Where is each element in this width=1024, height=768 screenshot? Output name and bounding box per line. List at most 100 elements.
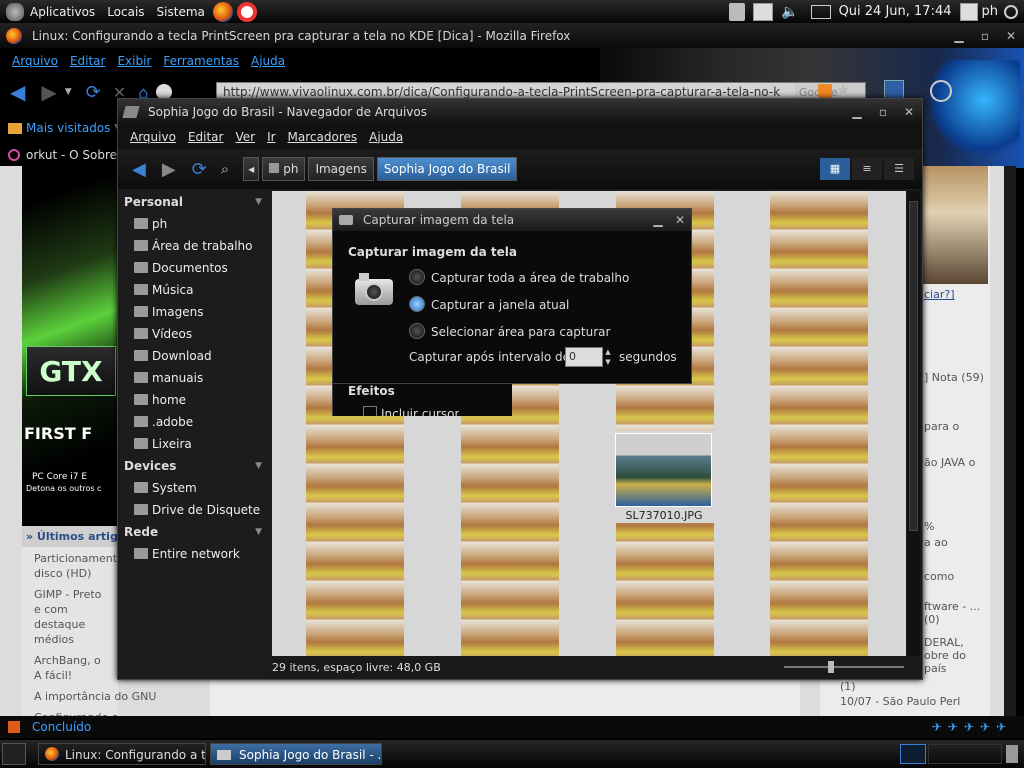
zoom-slider[interactable] (784, 661, 904, 673)
sidebar-item-lixeira[interactable]: Lixeira (120, 433, 270, 455)
downloads-clock-icon[interactable] (930, 80, 952, 102)
fm-menu-ajuda[interactable]: Ajuda (369, 130, 403, 144)
mail-icon[interactable] (810, 4, 831, 19)
fm-maximize-button[interactable]: ▫ (870, 105, 896, 119)
breadcrumb-ph[interactable]: ph (262, 157, 306, 181)
delay-spinner[interactable]: 0 (565, 347, 603, 367)
sidebar-item-documentos[interactable]: Documentos (120, 257, 270, 279)
right-link[interactable]: ciar?] (924, 288, 955, 301)
clock[interactable]: Qui 24 Jun, 17:44 (839, 4, 952, 19)
menu-sistema[interactable]: Sistema (157, 5, 205, 19)
search-binoculars-icon[interactable]: ⌕ (221, 160, 229, 178)
radio-button[interactable] (409, 323, 425, 339)
show-desktop-button[interactable] (2, 743, 26, 765)
right-list-item[interactable]: ftware - ... (0) (924, 600, 986, 626)
trash-applet-icon[interactable] (1006, 745, 1018, 763)
article-link[interactable]: GIMP - Preto e com destaque médios (22, 583, 118, 649)
right-list-item[interactable]: para o (924, 420, 959, 433)
sidebar-item-musica[interactable]: Música (120, 279, 270, 301)
option-include-cursor[interactable]: Incluir cursor (363, 406, 459, 416)
sidebar-header-rede[interactable]: Rede ▼ (120, 521, 270, 543)
screenshot-tool-icon[interactable] (753, 2, 774, 21)
option-capture-desktop[interactable]: Capturar toda a área de trabalho (409, 269, 629, 285)
forward-arrow-icon[interactable]: ▶ (162, 159, 176, 180)
article-link[interactable]: Particionamento disco (HD) (22, 547, 124, 583)
sidebar-item-imagens[interactable]: Imagens (120, 301, 270, 323)
dialog-close-button[interactable]: ✕ (669, 213, 691, 227)
dropdown-arrow-icon[interactable]: ▼ (65, 87, 72, 97)
right-list-item[interactable]: ão JAVA o (924, 456, 984, 469)
option-select-area[interactable]: Selecionar área para capturar (409, 323, 610, 339)
list-view-button[interactable]: ≡ (852, 158, 882, 180)
fm-menu-ver[interactable]: Ver (235, 130, 255, 144)
rss-icon[interactable] (818, 84, 832, 98)
ff-menu-ajuda[interactable]: Ajuda (251, 54, 285, 68)
sidebar-header-personal[interactable]: Personal ▼ (120, 191, 270, 213)
ff-menu-exibir[interactable]: Exibir (117, 54, 151, 68)
back-arrow-icon[interactable]: ◀ (132, 159, 146, 180)
sidebar-item-system[interactable]: System (120, 477, 270, 499)
bookmark-star-icon[interactable]: ★ (836, 80, 850, 99)
workspace-switcher-1[interactable] (900, 744, 926, 764)
spinner-arrows[interactable]: ▲ ▼ (603, 347, 613, 367)
reload-icon[interactable]: ⟳ (86, 82, 101, 103)
sidebar-header-devices[interactable]: Devices ▼ (120, 455, 270, 477)
fm-menu-marcadores[interactable]: Marcadores (288, 130, 358, 144)
forward-arrow-icon[interactable]: ▶ (41, 80, 56, 104)
breadcrumb-scroll-left-button[interactable]: ◂ (243, 157, 260, 181)
right-list-item[interactable]: DERAL, obre do país (924, 636, 986, 675)
sidebar-item-adobe[interactable]: .adobe (120, 411, 270, 433)
option-capture-window[interactable]: Capturar a janela atual (409, 296, 569, 312)
ff-menu-editar[interactable]: Editar (70, 54, 106, 68)
radio-button[interactable] (409, 269, 425, 285)
page-scrollbar[interactable] (1004, 166, 1016, 716)
dialog-minimize-button[interactable]: ▁ (647, 213, 669, 227)
icon-view-button[interactable]: ▦ (820, 158, 850, 180)
right-list-item[interactable]: como (924, 570, 954, 583)
ad-banner[interactable]: GTX FIRST F PC Core i7 E Detona os outro… (22, 166, 120, 526)
sidebar-item-manuais[interactable]: manuais (120, 367, 270, 389)
compact-view-button[interactable]: ☰ (884, 158, 914, 180)
menu-locais[interactable]: Locais (107, 5, 144, 19)
addon-icons[interactable]: ✈✈✈✈✈ (932, 720, 1012, 734)
fm-menu-arquivo[interactable]: Arquivo (130, 130, 176, 144)
fm-close-button[interactable]: ✕ (896, 105, 922, 119)
power-icon[interactable] (1004, 4, 1018, 19)
right-list-item[interactable]: ] Nota (59) (924, 371, 984, 384)
gnome-foot-icon[interactable] (6, 2, 24, 21)
fm-menu-editar[interactable]: Editar (188, 130, 224, 144)
workspace-switcher-2[interactable] (928, 744, 1002, 764)
bookmark-mais-visitados[interactable]: Mais visitados (26, 121, 110, 135)
article-link[interactable]: ArchBang, o A fácil! (22, 649, 118, 685)
firefox-close-button[interactable]: ✕ (998, 29, 1024, 43)
sidebar-item-home[interactable]: home (120, 389, 270, 411)
firefox-launcher-icon[interactable] (212, 1, 233, 22)
reload-icon[interactable]: ⟳ (192, 159, 207, 180)
file-item-sl737010[interactable]: SL737010.JPG (614, 431, 714, 523)
thumbnail-column[interactable] (770, 191, 868, 656)
firefox-minimize-button[interactable]: ▁ (946, 29, 972, 43)
sidebar-item-ph[interactable]: ph (120, 213, 270, 235)
firefox-maximize-button[interactable]: ▫ (972, 29, 998, 43)
right-list-event[interactable]: 10/07 - São Paulo Perl (820, 693, 970, 708)
checkbox-icon[interactable] (363, 406, 377, 416)
article-link[interactable]: A importância do GNU (22, 685, 156, 706)
sidebar-item-drive-de-disquete[interactable]: Drive de Disquete (120, 499, 270, 521)
ff-menu-arquivo[interactable]: Arquivo (12, 54, 58, 68)
ff-menu-ferramentas[interactable]: Ferramentas (163, 54, 239, 68)
back-arrow-icon[interactable]: ◀ (10, 80, 25, 104)
help-icon[interactable] (236, 1, 257, 22)
menu-aplicativos[interactable]: Aplicativos (30, 5, 95, 19)
file-view-scrollbar[interactable] (907, 191, 920, 656)
fm-minimize-button[interactable]: ▁ (844, 105, 870, 119)
user-name[interactable]: ph (982, 4, 999, 19)
scrollbar-thumb[interactable] (909, 201, 918, 531)
taskbar-firefox[interactable]: Linux: Configurando a t... (38, 743, 206, 765)
taskbar-file-manager[interactable]: Sophia Jogo do Brasil - ... (210, 743, 382, 765)
breadcrumb-sophia-jogo-do-brasil[interactable]: Sophia Jogo do Brasil (376, 157, 518, 181)
sidebar-item-download[interactable]: Download (120, 345, 270, 367)
clipboard-icon[interactable] (729, 2, 746, 21)
volume-icon[interactable]: 🔈 (781, 4, 798, 20)
fm-menu-ir[interactable]: Ir (267, 130, 275, 144)
sidebar-item-videos[interactable]: Vídeos (120, 323, 270, 345)
